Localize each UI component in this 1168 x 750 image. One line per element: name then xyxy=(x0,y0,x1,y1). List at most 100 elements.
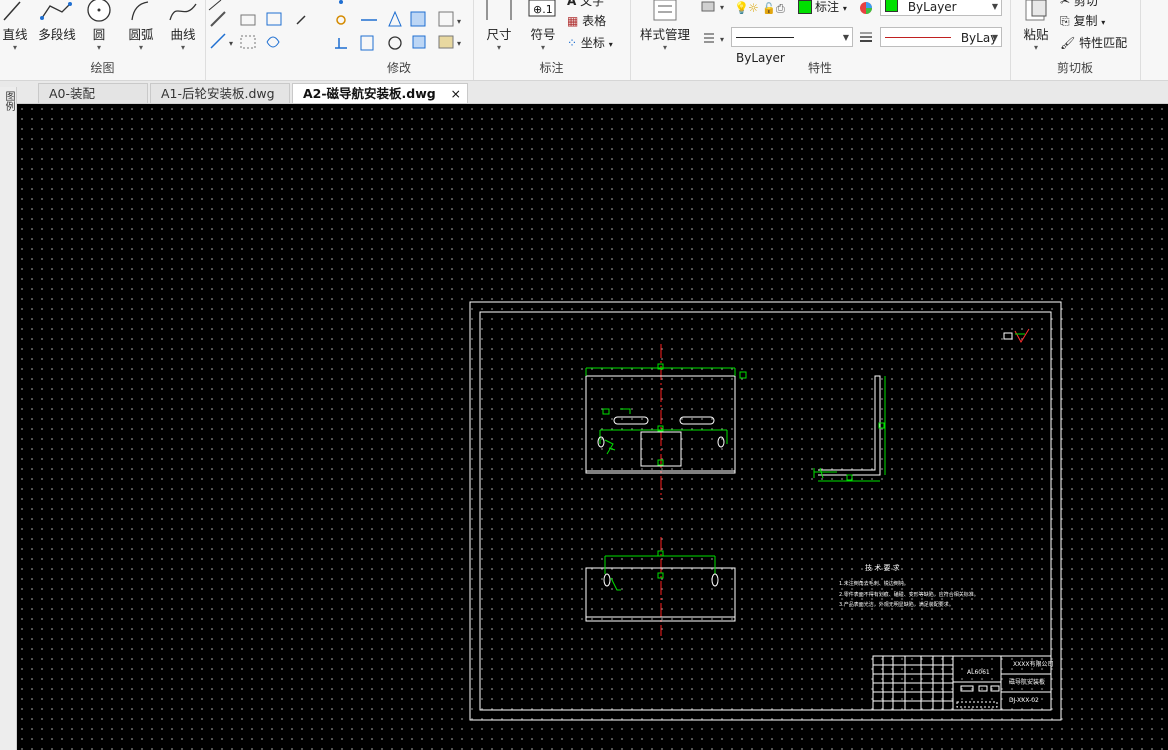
front-view xyxy=(585,344,747,499)
copy-label: 复制 xyxy=(1073,14,1098,28)
properties-group-label: 特性 xyxy=(807,61,832,75)
draw-group-label: 绘图 xyxy=(90,61,115,75)
company-text: XXXX有限公司 xyxy=(1013,660,1053,668)
properties-group: 样式管理 ▾ ▾ 💡 ☼ 🔓 ⎙ 标注 ▾ ByLayer ▼ ▾ ByLayer ▼… xyxy=(630,0,1011,80)
line-tool-label: 直线 xyxy=(2,27,28,42)
modify-tools[interactable]: ▾ ▾ xyxy=(329,0,469,60)
layer-dropdown[interactable]: 标注 ▾ xyxy=(815,0,847,15)
clipboard-group: 粘贴 ▾ ✂ 剪切 ⎘ 复制 ▾ 🖌 特性匹配 剪切板 xyxy=(1010,0,1141,80)
curve-icon xyxy=(169,3,197,21)
ribbon: 直线 ▾ 多段线 圆 ▾ 圆弧 ▾ 曲线 ▾ ▾ 绘图 ▾ ▾ 修改 尺寸 ▾ … xyxy=(0,0,1168,81)
circle-tool-label: 圆 xyxy=(92,27,106,42)
technical-requirements: 技 术 要 求 1.未注倒角去毛刺、锐边倒钝。 2.零件表面不得有划痕、磕碰、变… xyxy=(839,563,979,608)
style-manager-tool[interactable]: 样式管理 ▾ xyxy=(634,0,696,52)
svg-text:☼: ☼ xyxy=(748,1,759,14)
cut-tool[interactable]: ✂ 剪切 xyxy=(1060,0,1098,9)
material-text: AL6061 xyxy=(967,669,990,676)
curve-tool-label: 曲线 xyxy=(170,27,196,42)
layer-dropdown-icon: ▾ xyxy=(842,4,847,13)
cut-icon: ✂ xyxy=(1060,0,1071,8)
arc-tool[interactable]: 圆弧 ▾ xyxy=(124,0,158,52)
table-icon: ▦ xyxy=(567,14,579,28)
copy-icon: ⎘ xyxy=(1060,14,1070,28)
layer-name: 标注 xyxy=(815,0,840,14)
side-view xyxy=(813,375,886,482)
document-tab-bar: A0-装配图.dwg A1-后轮安装板.dwg A2-磁导航安装板.dwg × xyxy=(0,81,1168,121)
layer-manager-icon[interactable]: ▾ xyxy=(700,0,730,14)
drawing-canvas[interactable]: 技 术 要 求 1.未注倒角去毛刺、锐边倒钝。 2.零件表面不得有划痕、磕碰、变… xyxy=(17,104,1168,750)
top-view xyxy=(585,537,736,636)
color-dropdown[interactable]: ByLayer ▼ xyxy=(880,0,1002,16)
copy-dropdown-icon: ▾ xyxy=(1101,18,1106,27)
paste-icon xyxy=(1025,0,1047,21)
symbol-tool-label: 符号 xyxy=(530,27,556,42)
close-icon[interactable]: × xyxy=(451,84,461,104)
annotation-group: 尺寸 ▾ ⊕.1 符号 ▾ A 文字 ▦ 表格 ⁘ 坐标 ▾ 标注 xyxy=(473,0,631,80)
text-tool[interactable]: A 文字 xyxy=(567,0,604,9)
tab-assembly[interactable]: A0-装配图.dwg xyxy=(38,83,148,121)
curve-tool[interactable]: 曲线 ▾ xyxy=(166,0,200,52)
polyline-tool-label: 多段线 xyxy=(38,27,76,42)
tech-requirements-title: 技 术 要 求 xyxy=(865,563,900,572)
lineweight-list-icon xyxy=(860,32,872,42)
color-dropdown-arrow: ▼ xyxy=(991,2,998,11)
dimension-tool[interactable]: 尺寸 ▾ xyxy=(481,0,517,52)
left-palette[interactable]: 图例 xyxy=(0,87,17,750)
svg-text:▾: ▾ xyxy=(720,3,724,12)
layer-state-icons[interactable]: 💡 ☼ 🔓 ⎙ xyxy=(734,0,796,14)
polyline-tool[interactable]: 多段线 xyxy=(36,0,78,43)
clipboard-group-label: 剪切板 xyxy=(1056,61,1093,75)
coordinate-dropdown-icon: ▾ xyxy=(608,40,613,49)
draw-small-tools[interactable]: ▾ xyxy=(205,0,325,60)
annotation-group-label: 标注 xyxy=(539,61,564,75)
line-icon xyxy=(3,1,21,21)
coordinate-tool[interactable]: ⁘ 坐标 ▾ xyxy=(567,34,613,51)
svg-text:🔓: 🔓 xyxy=(762,2,776,14)
paste-label: 粘贴 xyxy=(1023,27,1049,42)
coordinate-icon: ⁘ xyxy=(567,36,578,50)
svg-text:▾: ▾ xyxy=(457,39,461,48)
circle-tool[interactable]: 圆 ▾ xyxy=(84,0,114,52)
sheet-inner-border xyxy=(479,311,1052,711)
match-properties-tool[interactable]: 🖌 特性匹配 xyxy=(1060,34,1127,51)
lineweight-sample xyxy=(885,37,951,38)
arc-tool-label: 圆弧 xyxy=(128,27,154,42)
svg-text:▾: ▾ xyxy=(229,39,233,48)
modify-group-label: 修改 xyxy=(386,61,411,75)
dimension-icon xyxy=(486,0,512,20)
layer-color-swatch xyxy=(798,0,812,14)
lineweight-icon[interactable]: ▾ xyxy=(700,30,730,46)
table-tool[interactable]: ▦ 表格 xyxy=(567,12,606,29)
tab-rear-wheel-plate[interactable]: A1-后轮安装板.dwg xyxy=(150,83,290,103)
modify-group: ▾ ▾ 修改 xyxy=(325,0,474,80)
lineweight-dropdown-arrow: ▼ xyxy=(991,33,998,42)
coordinate-tool-label: 坐标 xyxy=(580,36,605,50)
dimension-tool-label: 尺寸 xyxy=(486,27,512,42)
color-value: ByLayer xyxy=(907,0,957,14)
linetype-dropdown-arrow: ▼ xyxy=(842,33,849,42)
linetype-dropdown[interactable]: ByLayer ▼ xyxy=(731,27,853,65)
tech-note-2: 2.零件表面不得有划痕、磕碰、变形等缺陷，应符合相关标准。 xyxy=(839,591,979,598)
paste-tool[interactable]: 粘贴 ▾ xyxy=(1018,0,1054,52)
svg-text:⊕.1: ⊕.1 xyxy=(533,3,553,16)
svg-text:💡: 💡 xyxy=(734,1,749,14)
polyline-icon xyxy=(40,2,72,20)
cut-label: 剪切 xyxy=(1073,0,1098,8)
arc-icon xyxy=(131,1,149,21)
symbol-icon: ⊕.1 xyxy=(528,0,556,17)
lineweight-dropdown[interactable]: ByLay ▼ xyxy=(880,27,1002,47)
text-icon: A xyxy=(567,0,577,8)
tab-rear-wheel-plate-label: A1-后轮安装板.dwg xyxy=(161,86,275,101)
tab-magnetic-nav-plate[interactable]: A2-磁导航安装板.dwg × xyxy=(292,83,468,103)
text-tool-label: 文字 xyxy=(580,0,605,8)
symbol-tool[interactable]: ⊕.1 符号 ▾ xyxy=(525,0,561,52)
copy-tool[interactable]: ⎘ 复制 ▾ xyxy=(1060,12,1105,29)
svg-text:▾: ▾ xyxy=(457,17,461,26)
color-wheel-icon[interactable] xyxy=(858,0,874,16)
line-tool[interactable]: 直线 ▾ xyxy=(0,0,30,52)
svg-text:▾: ▾ xyxy=(720,35,724,44)
linetype-sample xyxy=(736,37,794,38)
match-properties-icon: 🖌 xyxy=(1060,36,1076,50)
drawing-number-text: DJ-XXX-02 xyxy=(1009,697,1039,704)
tech-note-3: 3.产品表面光洁，外观无明显缺陷，满足装配要求。 xyxy=(839,601,954,608)
